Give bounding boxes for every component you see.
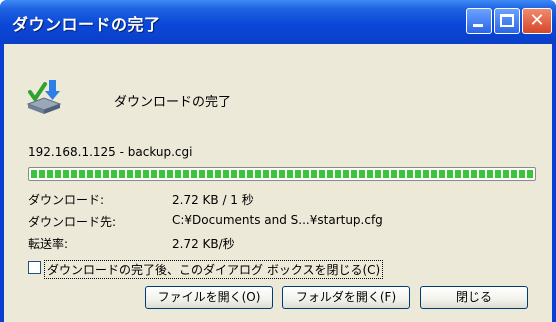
download-complete-icon [24,76,64,116]
progress-fill [31,170,533,178]
open-file-button[interactable]: ファイルを開く(O) [145,286,273,309]
window-title: ダウンロードの完了 [12,15,161,34]
destination-value: C:¥Documents and S...¥startup.cfg [172,213,383,227]
download-complete-window: ダウンロードの完了 ✕ ダウンロードの完了 192.168.1.125 - ba… [0,0,556,322]
download-progress-bar [28,167,536,181]
minimize-button[interactable] [466,8,492,34]
close-button[interactable]: 閉じる [420,286,528,309]
downloaded-label: ダウンロード: [28,193,105,207]
maximize-icon [500,14,514,27]
download-source: 192.168.1.125 - backup.cgi [28,145,193,159]
dialog-body: ダウンロードの完了 192.168.1.125 - backup.cgi ダウン… [4,44,552,322]
destination-label: ダウンロード先: [28,215,117,229]
open-folder-button[interactable]: フォルダを開く(F) [282,286,410,309]
transfer-rate-label: 転送率: [28,237,69,251]
dialog-heading: ダウンロードの完了 [114,95,232,110]
title-bar[interactable]: ダウンロードの完了 ✕ [0,0,556,44]
transfer-rate-value: 2.72 KB/秒 [172,237,235,251]
close-icon: ✕ [529,10,545,31]
close-on-complete-checkbox[interactable] [28,261,41,274]
maximize-button[interactable] [494,8,520,34]
downloaded-value: 2.72 KB / 1 秒 [172,193,254,207]
close-on-complete-label[interactable]: ダウンロードの完了後、このダイアログ ボックスを閉じる(C) [44,260,384,279]
minimize-icon [473,24,483,27]
close-window-button[interactable]: ✕ [522,8,552,34]
